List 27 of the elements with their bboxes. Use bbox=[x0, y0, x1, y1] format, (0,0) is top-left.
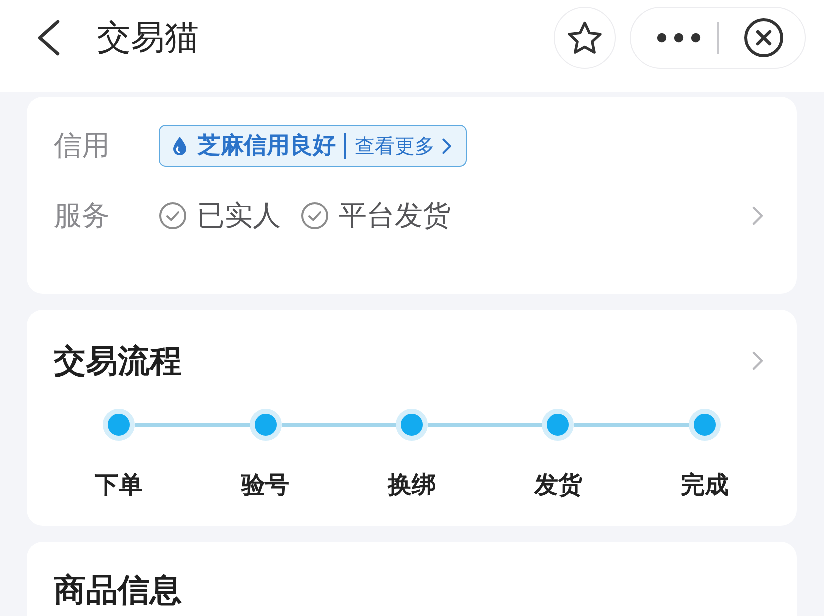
row-label: 信用 bbox=[54, 128, 111, 164]
check-circle-icon bbox=[301, 202, 329, 230]
back-icon[interactable] bbox=[37, 20, 61, 56]
page-title: 交易猫 bbox=[97, 17, 199, 59]
section-title: 交易流程 bbox=[54, 341, 182, 381]
more-link[interactable]: 查看更多 bbox=[355, 132, 452, 160]
step-label: 换绑 bbox=[388, 470, 436, 500]
row-label: 服务 bbox=[54, 198, 111, 234]
step-label: 发货 bbox=[534, 470, 582, 500]
step-dot-icon bbox=[396, 409, 428, 441]
drop-icon bbox=[172, 136, 188, 156]
close-icon[interactable] bbox=[744, 18, 784, 58]
service-name: 平台发货 bbox=[339, 198, 451, 234]
check-circle-icon bbox=[159, 202, 187, 230]
star-icon bbox=[567, 21, 603, 55]
step-dot-icon bbox=[250, 409, 282, 441]
more-icon[interactable] bbox=[657, 33, 701, 43]
section-title: 商品信息 bbox=[54, 571, 182, 609]
step-label: 完成 bbox=[680, 470, 729, 500]
step-dot-icon bbox=[103, 409, 136, 441]
step-dot-icon bbox=[688, 409, 721, 441]
credit-rating: 芝麻信用良好 bbox=[198, 132, 336, 161]
step-label: 下单 bbox=[95, 470, 144, 500]
step-dot-icon bbox=[542, 409, 574, 441]
chevron-right-icon bbox=[442, 138, 452, 154]
step-label: 验号 bbox=[242, 470, 290, 500]
service-name: 已实人 bbox=[197, 198, 281, 234]
